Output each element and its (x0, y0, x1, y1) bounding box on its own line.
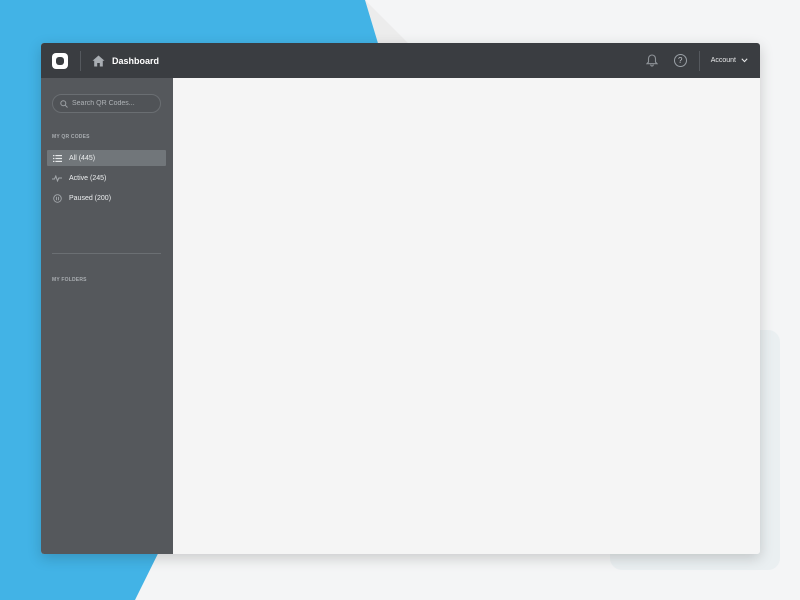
sidebar-item-label: Active (245) (69, 174, 107, 182)
search-box[interactable] (52, 94, 161, 113)
topbar-actions: ? Account (645, 43, 760, 78)
qr-nav: All (445) Active (245) Paused (200) (47, 150, 166, 210)
account-menu[interactable]: Account (711, 57, 748, 64)
section-label-my-qr-codes: MY QR CODES (52, 134, 90, 140)
chevron-down-icon (741, 58, 748, 63)
sidebar-item-paused[interactable]: Paused (200) (47, 190, 166, 206)
search-input[interactable] (72, 100, 152, 107)
topbar-divider (80, 50, 81, 71)
sidebar-item-active[interactable]: Active (245) (47, 170, 166, 186)
search-icon (60, 99, 68, 108)
sidebar-divider (52, 253, 161, 254)
sidebar: MY QR CODES All (445) (41, 78, 173, 554)
list-icon (52, 153, 62, 163)
page-title: Dashboard (112, 55, 160, 66)
account-label: Account (710, 57, 736, 64)
main-content (173, 78, 760, 554)
top-bar: Dashboard ? Account (41, 43, 760, 78)
app-logo[interactable] (52, 52, 68, 69)
topbar-divider-right (698, 50, 700, 71)
help-icon[interactable]: ? (673, 54, 687, 67)
pulse-icon (52, 173, 62, 183)
section-label-my-folders: MY FOLDERS (52, 277, 87, 283)
bell-icon[interactable] (645, 54, 660, 68)
app-window: Dashboard ? Account Search QR Codes... M… (41, 43, 760, 554)
sidebar-item-all[interactable]: All (445) (47, 150, 166, 166)
sidebar-item-label: Paused (200) (69, 194, 112, 202)
pause-icon (52, 193, 62, 203)
home-icon[interactable] (92, 54, 106, 68)
sidebar-item-label: All (445) (69, 154, 96, 162)
